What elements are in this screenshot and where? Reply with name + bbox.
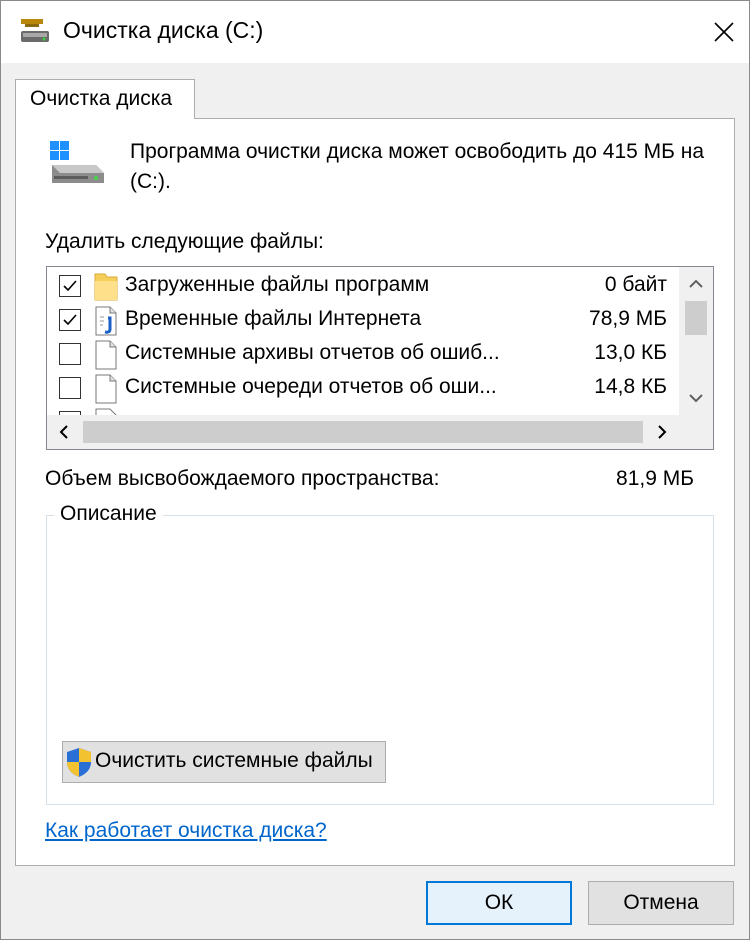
- file-size: 14,8 КБ: [594, 375, 667, 398]
- files-to-delete-label: Удалить следующие файлы:: [45, 230, 324, 253]
- chevron-down-icon: [689, 394, 703, 403]
- file-size: 0 байт: [604, 273, 667, 296]
- space-freed-label: Объем высвобождаемого пространства:: [45, 467, 440, 490]
- file-name: Временные файлы Интернета: [125, 307, 422, 330]
- vertical-scrollbar[interactable]: [679, 267, 713, 415]
- document-icon: [93, 340, 119, 370]
- close-button[interactable]: [703, 1, 749, 63]
- scroll-up-button[interactable]: [679, 267, 713, 301]
- scroll-left-button[interactable]: [47, 415, 81, 449]
- tab-disk-cleanup[interactable]: Очистка диска: [15, 79, 195, 119]
- uac-shield-icon: [67, 748, 91, 777]
- help-link[interactable]: Как работает очистка диска?: [45, 819, 327, 843]
- chevron-left-icon: [59, 425, 68, 439]
- clean-system-files-label: Очистить системные файлы: [95, 749, 373, 772]
- checkmark-icon: [63, 314, 77, 326]
- cancel-button[interactable]: Отмена: [588, 881, 734, 925]
- tab-panel: Программа очистки диска может освободить…: [15, 118, 735, 866]
- checkmark-icon: [63, 280, 77, 292]
- clean-system-files-button[interactable]: Очистить системные файлы: [62, 741, 386, 783]
- list-item[interactable]: Системные архивы отчетов об ошиб... 13,0…: [47, 338, 677, 372]
- scroll-down-button[interactable]: [679, 381, 713, 415]
- file-name: Загруженные файлы программ: [125, 273, 430, 296]
- file-name: Системные архивы отчетов об ошиб...: [125, 341, 500, 364]
- file-size: 13,0 КБ: [594, 341, 667, 364]
- scroll-right-button[interactable]: [645, 415, 679, 449]
- scrollbar-corner: [679, 415, 713, 449]
- vertical-scroll-thumb[interactable]: [685, 301, 707, 335]
- list-item[interactable]: Системные очереди отчетов об оши... 14,8…: [47, 372, 677, 406]
- drive-icon: [46, 137, 108, 187]
- list-item[interactable]: Временные файлы Интернета 78,9 МБ: [47, 304, 677, 338]
- space-freed-value: 81,9 МБ: [616, 467, 694, 490]
- disk-cleanup-app-icon: [19, 17, 51, 45]
- horizontal-scrollbar[interactable]: [47, 415, 713, 449]
- ok-button[interactable]: ОК: [426, 881, 572, 925]
- intro-text: Программа очистки диска может освободить…: [130, 140, 705, 193]
- horizontal-scroll-thumb[interactable]: [83, 421, 643, 443]
- close-icon: [714, 22, 734, 42]
- file-checkbox[interactable]: [59, 343, 81, 365]
- internet-file-icon: [93, 306, 119, 336]
- files-list[interactable]: Загруженные файлы программ 0 байт Времен…: [46, 266, 714, 450]
- document-icon: [93, 374, 119, 404]
- chevron-right-icon: [658, 425, 667, 439]
- file-size: 78,9 МБ: [589, 307, 667, 330]
- description-legend: Описание: [54, 502, 163, 526]
- window-title: Очистка диска (C:): [63, 17, 264, 43]
- file-checkbox[interactable]: [59, 275, 81, 297]
- title-bar: Очистка диска (C:): [1, 1, 749, 63]
- chevron-up-icon: [689, 279, 703, 288]
- folder-icon: [93, 272, 119, 302]
- disk-cleanup-window: Очистка диска (C:) Очистка диска Програм…: [0, 0, 750, 940]
- list-item[interactable]: Загруженные файлы программ 0 байт: [47, 270, 677, 304]
- file-name: Системные очереди отчетов об оши...: [125, 375, 497, 398]
- file-checkbox[interactable]: [59, 309, 81, 331]
- file-checkbox[interactable]: [59, 377, 81, 399]
